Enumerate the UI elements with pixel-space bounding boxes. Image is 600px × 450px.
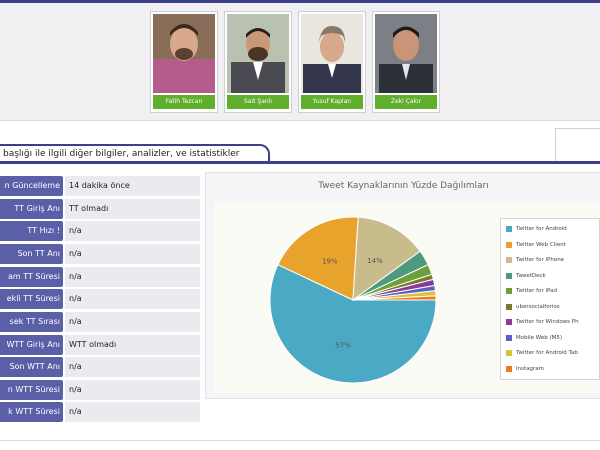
legend-swatch [506,365,512,372]
legend-item[interactable]: Twitter for Android Tab [506,347,599,359]
legend-label: Twitter for Android Tab [516,350,578,356]
legend-label: Twitter for Android [516,226,567,232]
legend-item[interactable]: TweetDeck [506,270,599,282]
legend-item[interactable]: Mobile Web (M5) [506,332,599,344]
divider [0,440,600,441]
legend-label: TweetDeck [516,272,546,279]
legend-item[interactable]: ubersocialforios [506,301,599,313]
legend-swatch [506,350,512,356]
legend-swatch [506,303,512,310]
legend-swatch [506,319,512,325]
legend-item[interactable]: Twitter for Android [506,223,599,235]
legend-label: Twitter Web Client [516,241,566,248]
slice-label: 19% [322,258,338,266]
legend-label: ubersocialforios [516,303,560,310]
legend-swatch [506,226,512,232]
legend-item[interactable]: Twitter for iPhone [506,254,599,266]
legend-label: Twitter for iPad [516,288,557,294]
legend-item[interactable]: Instagram [506,363,599,375]
legend-swatch [506,241,512,248]
slice-label: 14% [367,257,383,265]
legend-swatch [506,334,512,341]
legend-label: Twitter for Windows Ph [516,319,579,325]
legend-swatch [506,272,512,279]
legend-swatch [506,288,512,294]
legend-item[interactable]: Twitter Web Client [506,239,599,251]
legend-item[interactable]: Twitter for Windows Ph [506,316,599,328]
legend-swatch [506,257,512,263]
slice-label: 57% [335,342,351,350]
chart-legend: Twitter for Android Twitter Web Client Twi… [500,218,600,380]
legend-label: Mobile Web (M5) [516,334,563,341]
legend-label: Instagram [516,365,544,372]
legend-label: Twitter for iPhone [516,257,565,263]
legend-item[interactable]: Twitter for iPad [506,285,599,297]
